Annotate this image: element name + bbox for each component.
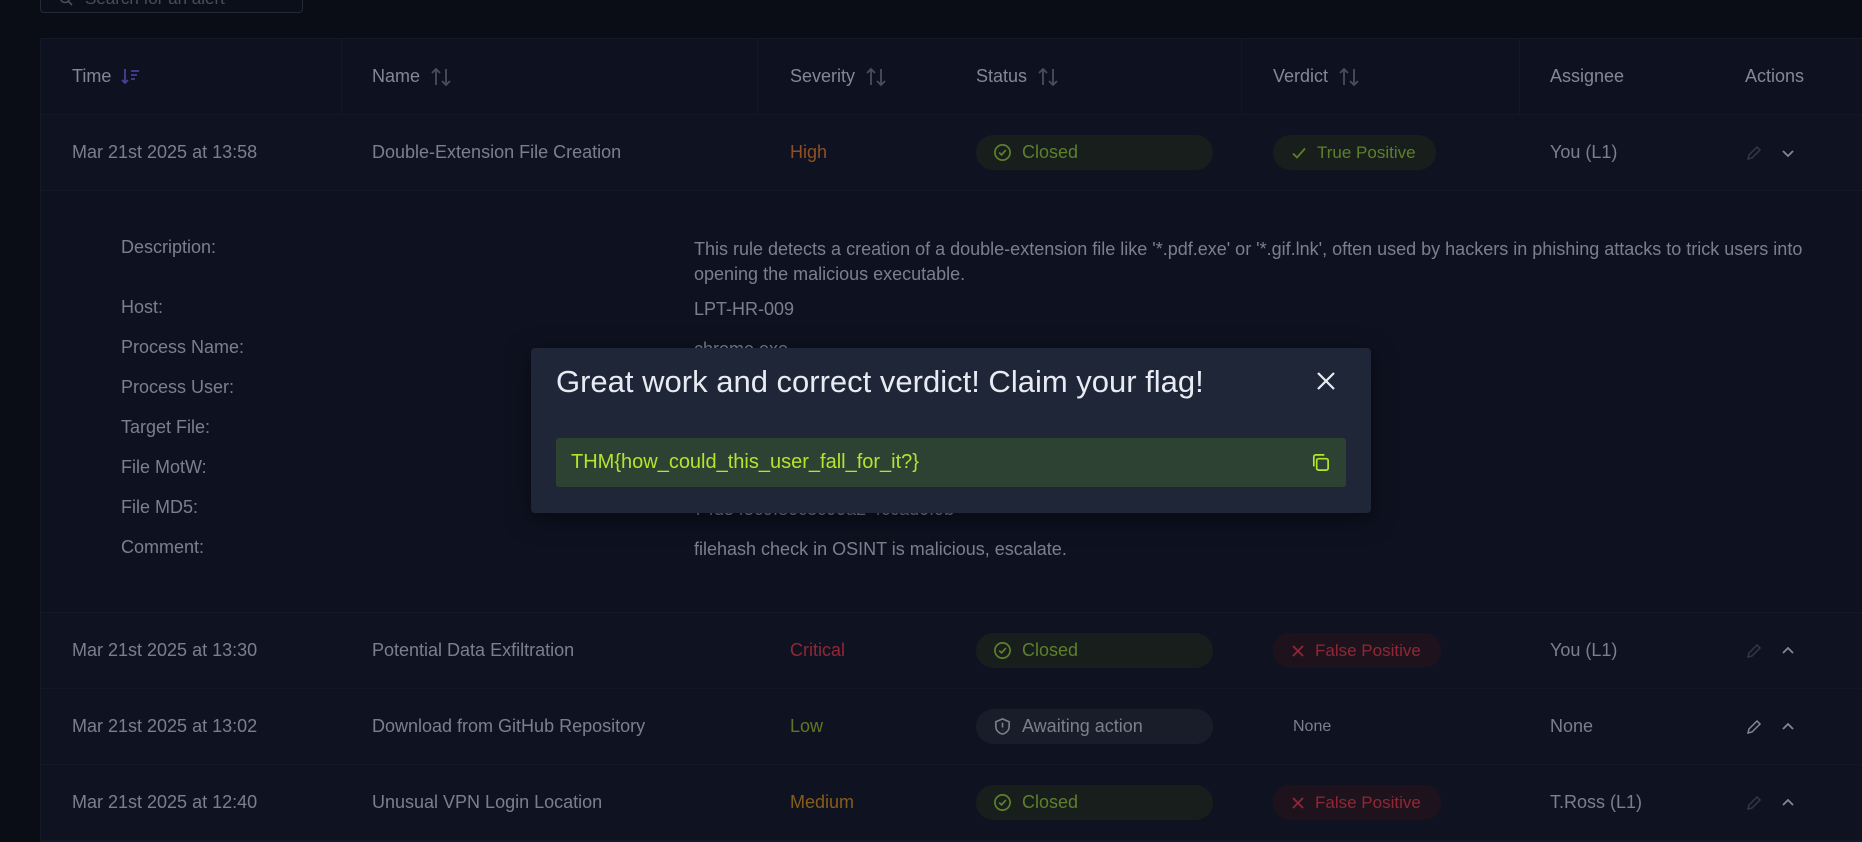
table-row[interactable]: Mar 21st 2025 at 13:30 Potential Data Ex…	[41, 613, 1862, 689]
row-assignee: None	[1550, 716, 1594, 736]
status-cell: Closed	[976, 765, 1213, 840]
row-time: Mar 21st 2025 at 13:30	[72, 640, 258, 660]
search-placeholder: Search for an alert	[85, 0, 225, 9]
comment-label: Comment:	[121, 537, 205, 557]
verdict-cell: True Positive	[1273, 115, 1436, 190]
row-actions	[1745, 115, 1797, 190]
flag-text: THM{how_could_this_user_fall_for_it?}	[571, 451, 919, 473]
edit-icon[interactable]	[1745, 144, 1763, 162]
chevron-up-icon[interactable]	[1779, 642, 1797, 660]
row-assignee: T.Ross (L1)	[1550, 792, 1643, 812]
sort-icon[interactable]	[1037, 66, 1059, 88]
row-time: Mar 21st 2025 at 12:40	[72, 792, 258, 812]
verdict-badge: False Positive	[1273, 785, 1441, 820]
status-badge: Closed	[976, 785, 1213, 820]
copy-icon[interactable]	[1310, 452, 1331, 473]
description-value: This rule detects a creation of a double…	[694, 239, 1803, 284]
file-md5-label: File MD5:	[121, 497, 199, 517]
status-cell: Awaiting action	[976, 689, 1213, 764]
chevron-down-icon[interactable]	[1779, 144, 1797, 162]
flag-modal: Great work and correct verdict! Claim yo…	[531, 348, 1371, 513]
table-row[interactable]: Mar 21st 2025 at 13:58 Double-Extension …	[41, 115, 1862, 191]
chevron-up-icon[interactable]	[1779, 794, 1797, 812]
verdict-cell: None	[1273, 689, 1331, 764]
severity-label: Low	[790, 716, 824, 736]
severity-label: High	[790, 142, 828, 162]
close-icon[interactable]	[1315, 370, 1337, 392]
check-circle-icon	[994, 144, 1011, 161]
x-icon	[1292, 644, 1304, 657]
severity-label: Critical	[790, 640, 846, 660]
description-label: Description:	[121, 237, 217, 257]
file-motw-label: File MotW:	[121, 457, 207, 477]
verdict-cell: False Positive	[1273, 765, 1441, 840]
check-icon	[1292, 147, 1306, 159]
host-value: LPT-HR-009	[694, 299, 795, 319]
comment-value: filehash check in OSINT is malicious, es…	[694, 539, 1067, 559]
column-header-status[interactable]: Status	[976, 39, 1059, 114]
edit-icon[interactable]	[1745, 718, 1763, 736]
row-actions	[1745, 765, 1797, 840]
check-circle-icon	[994, 794, 1011, 811]
row-name: Download from GitHub Repository	[372, 716, 646, 736]
shield-icon	[995, 718, 1010, 735]
row-time: Mar 21st 2025 at 13:02	[72, 716, 258, 736]
column-header-assignee: Assignee	[1550, 66, 1625, 86]
column-header-severity[interactable]: Severity	[790, 39, 887, 114]
modal-title: Great work and correct verdict! Claim yo…	[556, 364, 1204, 399]
row-name: Unusual VPN Login Location	[372, 792, 603, 812]
x-icon	[1292, 796, 1304, 809]
table-header: Time Name Severity Status Verdict Assign…	[41, 39, 1862, 115]
edit-icon[interactable]	[1745, 794, 1763, 812]
row-actions	[1745, 689, 1797, 764]
row-time: Mar 21st 2025 at 13:58	[72, 142, 258, 162]
chevron-up-icon[interactable]	[1779, 718, 1797, 736]
status-cell: Closed	[976, 613, 1213, 688]
host-label: Host:	[121, 297, 164, 317]
table-row[interactable]: Mar 21st 2025 at 13:02 Download from Git…	[41, 689, 1862, 765]
flag-field[interactable]: THM{how_could_this_user_fall_for_it?}	[556, 438, 1346, 487]
table-row[interactable]: Mar 21st 2025 at 12:40 Unusual VPN Login…	[41, 765, 1862, 841]
row-assignee: You (L1)	[1550, 640, 1618, 660]
process-name-label: Process Name:	[121, 337, 245, 357]
verdict-cell: False Positive	[1273, 613, 1441, 688]
verdict-none: None	[1293, 717, 1332, 735]
severity-label: Medium	[790, 792, 855, 812]
status-badge: Closed	[976, 633, 1213, 668]
status-cell: Closed	[976, 115, 1213, 190]
row-name: Double-Extension File Creation	[372, 142, 622, 162]
verdict-badge: False Positive	[1273, 633, 1441, 668]
column-header-name[interactable]: Name	[372, 39, 452, 114]
column-header-actions: Actions	[1745, 66, 1805, 86]
column-header-verdict[interactable]: Verdict	[1273, 39, 1360, 114]
sort-icon[interactable]	[430, 66, 452, 88]
search-icon	[60, 0, 73, 6]
check-circle-icon	[994, 642, 1011, 659]
edit-icon[interactable]	[1745, 642, 1763, 660]
target-file-label: Target File:	[121, 417, 211, 437]
sort-icon[interactable]	[865, 66, 887, 88]
process-user-label: Process User:	[121, 377, 235, 397]
sort-desc-icon[interactable]	[121, 67, 141, 87]
search-input[interactable]: Search for an alert	[40, 0, 303, 13]
status-badge: Awaiting action	[976, 709, 1213, 744]
row-actions	[1745, 613, 1797, 688]
column-header-time[interactable]: Time	[72, 39, 141, 114]
status-badge: Closed	[976, 135, 1213, 170]
row-name: Potential Data Exfiltration	[372, 640, 575, 660]
row-assignee: You (L1)	[1550, 142, 1618, 162]
sort-icon[interactable]	[1338, 66, 1360, 88]
verdict-badge: True Positive	[1273, 135, 1436, 170]
